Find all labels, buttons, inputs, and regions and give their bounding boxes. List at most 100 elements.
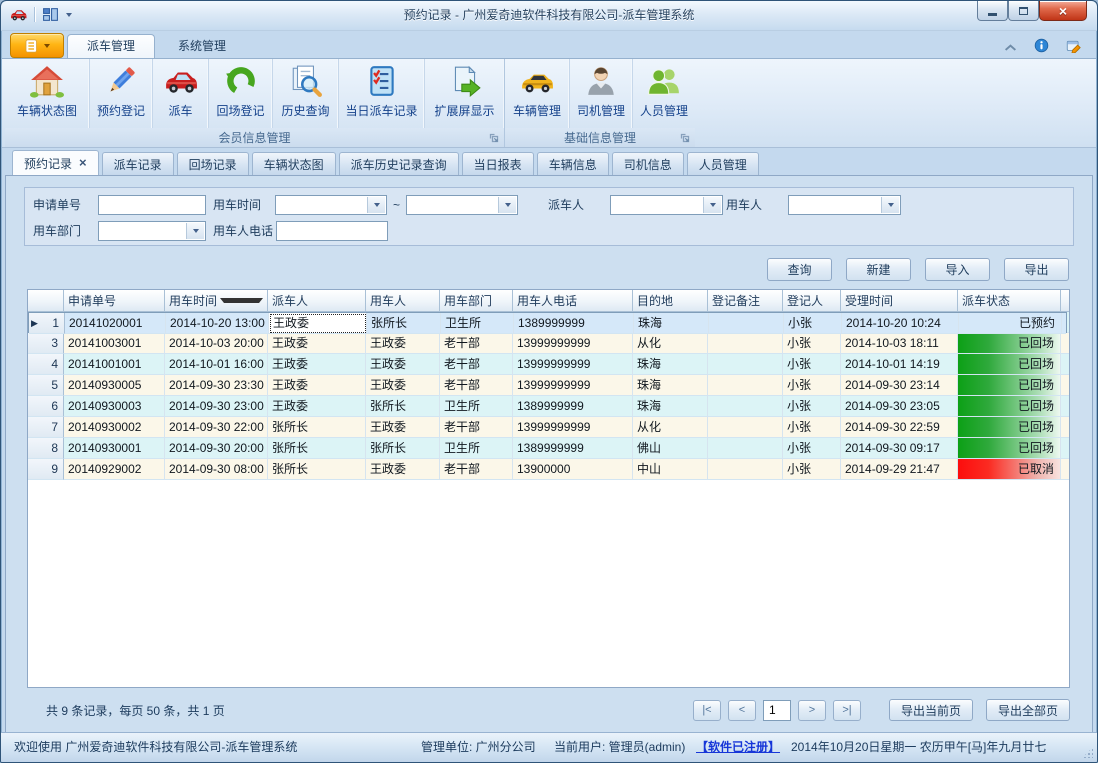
dialog-launcher-icon[interactable] <box>488 132 500 144</box>
cell[interactable]: 张所长 <box>366 396 440 417</box>
cell[interactable]: 卫生所 <box>440 396 513 417</box>
cell[interactable]: 老干部 <box>440 333 513 354</box>
doc-tab[interactable]: 车辆信息 <box>537 152 609 175</box>
column-header[interactable]: 用车人 <box>366 290 440 312</box>
row-indicator[interactable]: 6 <box>28 396 64 417</box>
layout-icon[interactable] <box>42 6 59 23</box>
close-button[interactable]: × <box>1039 1 1087 21</box>
cell[interactable]: 老干部 <box>440 375 513 396</box>
cell[interactable]: 卫生所 <box>440 438 513 459</box>
cell[interactable]: 2014-09-30 09:17 <box>841 438 958 459</box>
cell[interactable]: 王政委 <box>366 459 440 480</box>
qat-dropdown-caret-icon[interactable] <box>66 13 72 17</box>
cell[interactable]: 已回场 <box>958 375 1061 396</box>
cell[interactable]: 已回场 <box>958 396 1061 417</box>
cell[interactable]: 珠海 <box>633 354 708 375</box>
cell[interactable]: 佛山 <box>633 438 708 459</box>
cell[interactable]: 张所长 <box>366 438 440 459</box>
collapse-ribbon-chevron-icon[interactable] <box>1004 41 1017 50</box>
cell[interactable]: 13999999999 <box>513 333 633 354</box>
cell[interactable]: 2014-10-01 14:19 <box>841 354 958 375</box>
cell[interactable]: 20141001001 <box>64 354 165 375</box>
cell[interactable]: 已回场 <box>958 333 1061 354</box>
cell[interactable]: 小张 <box>784 313 842 334</box>
new-button[interactable]: 新建 <box>846 258 911 281</box>
cell[interactable]: 20140929002 <box>64 459 165 480</box>
ribbon-button[interactable]: 扩展屏显示 <box>424 59 504 128</box>
cell[interactable]: 20141003001 <box>64 333 165 354</box>
cell[interactable]: 王政委 <box>268 354 366 375</box>
cell[interactable]: 珠海 <box>634 313 709 334</box>
cell[interactable]: 20140930005 <box>64 375 165 396</box>
import-button[interactable]: 导入 <box>925 258 990 281</box>
cell[interactable]: 王政委 <box>366 417 440 438</box>
cell[interactable]: 中山 <box>633 459 708 480</box>
dropdown-button[interactable] <box>703 197 721 213</box>
cell[interactable]: 1389999999 <box>514 313 634 334</box>
cell[interactable]: 老干部 <box>440 459 513 480</box>
table-row[interactable]: 8201409300012014-09-30 20:00张所长张所长卫生所138… <box>28 438 1069 459</box>
page-number-input[interactable]: 1 <box>763 700 791 721</box>
column-header[interactable]: 目的地 <box>633 290 708 312</box>
column-header[interactable]: 登记人 <box>783 290 841 312</box>
cell[interactable] <box>708 438 783 459</box>
dept-select[interactable] <box>98 221 206 241</box>
cell[interactable]: 2014-09-30 22:59 <box>841 417 958 438</box>
cell[interactable]: 20140930002 <box>64 417 165 438</box>
use-time-to-select[interactable] <box>406 195 518 215</box>
prev-page-button[interactable]: < <box>728 700 756 721</box>
dialog-launcher-icon[interactable] <box>679 132 691 144</box>
ribbon-button[interactable]: 回场登记 <box>208 59 272 128</box>
table-row[interactable]: 5201409300052014-09-30 23:30王政委王政委老干部139… <box>28 375 1069 396</box>
cell[interactable]: 从化 <box>633 417 708 438</box>
cell[interactable]: 王政委 <box>366 375 440 396</box>
cell[interactable]: 2014-10-20 13:00 <box>166 313 269 334</box>
cell[interactable]: 张所长 <box>268 459 366 480</box>
last-page-button[interactable]: >| <box>833 700 861 721</box>
table-row[interactable]: 9201409290022014-09-30 08:00张所长王政委老干部139… <box>28 459 1069 480</box>
minimize-button[interactable] <box>977 1 1008 21</box>
dropdown-button[interactable] <box>367 197 385 213</box>
resize-grip[interactable] <box>1082 747 1093 758</box>
cell[interactable]: 已回场 <box>958 438 1061 459</box>
doc-tab[interactable]: 车辆状态图 <box>252 152 336 175</box>
doc-tab[interactable]: 回场记录 <box>177 152 249 175</box>
table-row[interactable]: 6201409300032014-09-30 23:00王政委张所长卫生所138… <box>28 396 1069 417</box>
cell[interactable]: 已取消 <box>958 459 1061 480</box>
ribbon-tab[interactable]: 派车管理 <box>67 34 155 58</box>
cell[interactable]: 2014-10-01 16:00 <box>165 354 268 375</box>
doc-tab[interactable]: 人员管理 <box>687 152 759 175</box>
cell[interactable] <box>708 354 783 375</box>
maximize-button[interactable] <box>1008 1 1039 21</box>
column-header[interactable]: 用车部门 <box>440 290 513 312</box>
column-header[interactable]: 用车人电话 <box>513 290 633 312</box>
column-header[interactable]: 受理时间 <box>841 290 958 312</box>
column-header[interactable]: 申请单号 <box>64 290 165 312</box>
title-bar[interactable]: 预约记录 - 广州爱奇迪软件科技有限公司-派车管理系统 × <box>1 1 1097 31</box>
dropdown-button[interactable] <box>881 197 899 213</box>
user-select[interactable] <box>788 195 901 215</box>
cell[interactable]: 张所长 <box>268 438 366 459</box>
phone-input-field[interactable] <box>277 222 387 240</box>
cell[interactable]: 20141020001 <box>65 313 166 334</box>
license-link[interactable]: 【软件已注册】 <box>696 733 780 762</box>
ribbon-tab[interactable]: 系统管理 <box>159 35 245 58</box>
cell[interactable] <box>708 417 783 438</box>
cell[interactable]: 13999999999 <box>513 375 633 396</box>
column-header[interactable]: 派车人 <box>268 290 366 312</box>
cell[interactable]: 2014-09-30 08:00 <box>165 459 268 480</box>
cell[interactable]: 从化 <box>633 333 708 354</box>
cell[interactable] <box>708 396 783 417</box>
cell[interactable]: 小张 <box>783 417 841 438</box>
row-indicator[interactable]: 5 <box>28 375 64 396</box>
cell[interactable]: 小张 <box>783 438 841 459</box>
cell[interactable]: 小张 <box>783 459 841 480</box>
cell[interactable]: 已预约 <box>959 313 1062 334</box>
cell[interactable]: 2014-09-30 23:05 <box>841 396 958 417</box>
cell[interactable]: 老干部 <box>440 417 513 438</box>
cell[interactable]: 1389999999 <box>513 396 633 417</box>
dropdown-button[interactable] <box>186 223 204 239</box>
doc-tab[interactable]: 司机信息 <box>612 152 684 175</box>
row-indicator[interactable]: 9 <box>28 459 64 480</box>
ribbon-button[interactable]: 预约登记 <box>89 59 152 128</box>
